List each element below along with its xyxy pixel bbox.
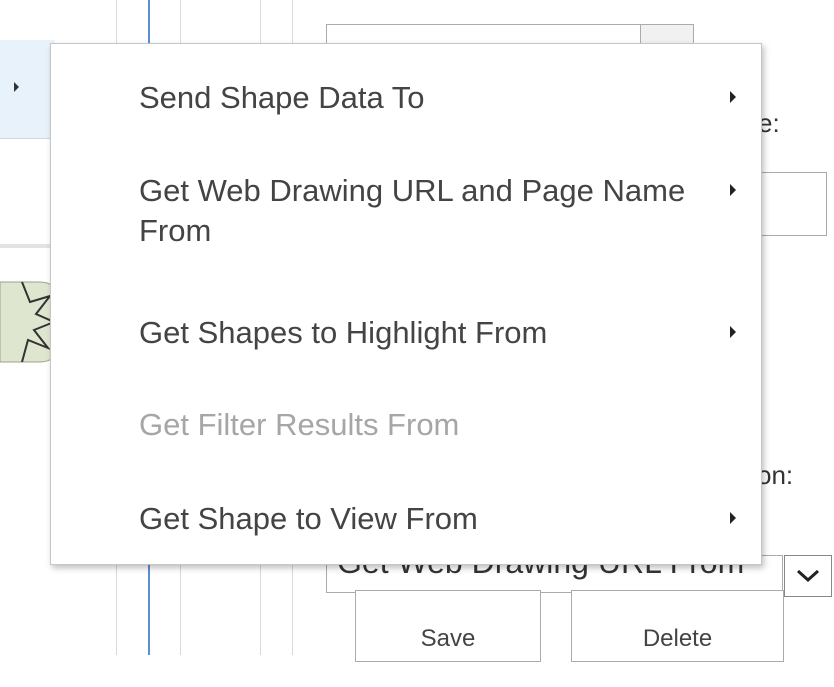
row-expand-arrow-icon	[14, 82, 19, 92]
menu-item-label: Get Shape to View From	[139, 501, 478, 536]
context-menu: Send Shape Data To Get Web Drawing URL a…	[50, 43, 762, 565]
menu-item-get-filter-results: Get Filter Results From	[51, 405, 761, 445]
menu-item-get-shapes-to-highlight[interactable]: Get Shapes to Highlight From	[51, 313, 761, 353]
selected-list-row[interactable]	[0, 40, 55, 139]
menu-item-label: Get Shapes to Highlight From	[139, 315, 548, 350]
menu-item-send-shape-data-to[interactable]: Send Shape Data To	[51, 78, 761, 118]
chevron-down-icon[interactable]	[784, 555, 832, 597]
delete-button[interactable]: Delete	[571, 590, 784, 662]
submenu-arrow-icon	[730, 512, 736, 524]
menu-item-label: Get Filter Results From	[139, 407, 460, 442]
menu-item-label: Send Shape Data To	[139, 80, 425, 115]
menu-item-get-shape-to-view[interactable]: Get Shape to View From	[51, 499, 761, 539]
save-button[interactable]: Save	[355, 590, 541, 662]
submenu-arrow-icon	[730, 91, 736, 103]
submenu-arrow-icon	[730, 184, 736, 196]
divider	[0, 244, 55, 248]
menu-item-label: Get Web Drawing URL and Page Name From	[139, 173, 686, 248]
submenu-arrow-icon	[730, 326, 736, 338]
field-label-action: on:	[757, 460, 794, 490]
menu-item-get-web-drawing-url[interactable]: Get Web Drawing URL and Page Name From	[51, 171, 761, 261]
